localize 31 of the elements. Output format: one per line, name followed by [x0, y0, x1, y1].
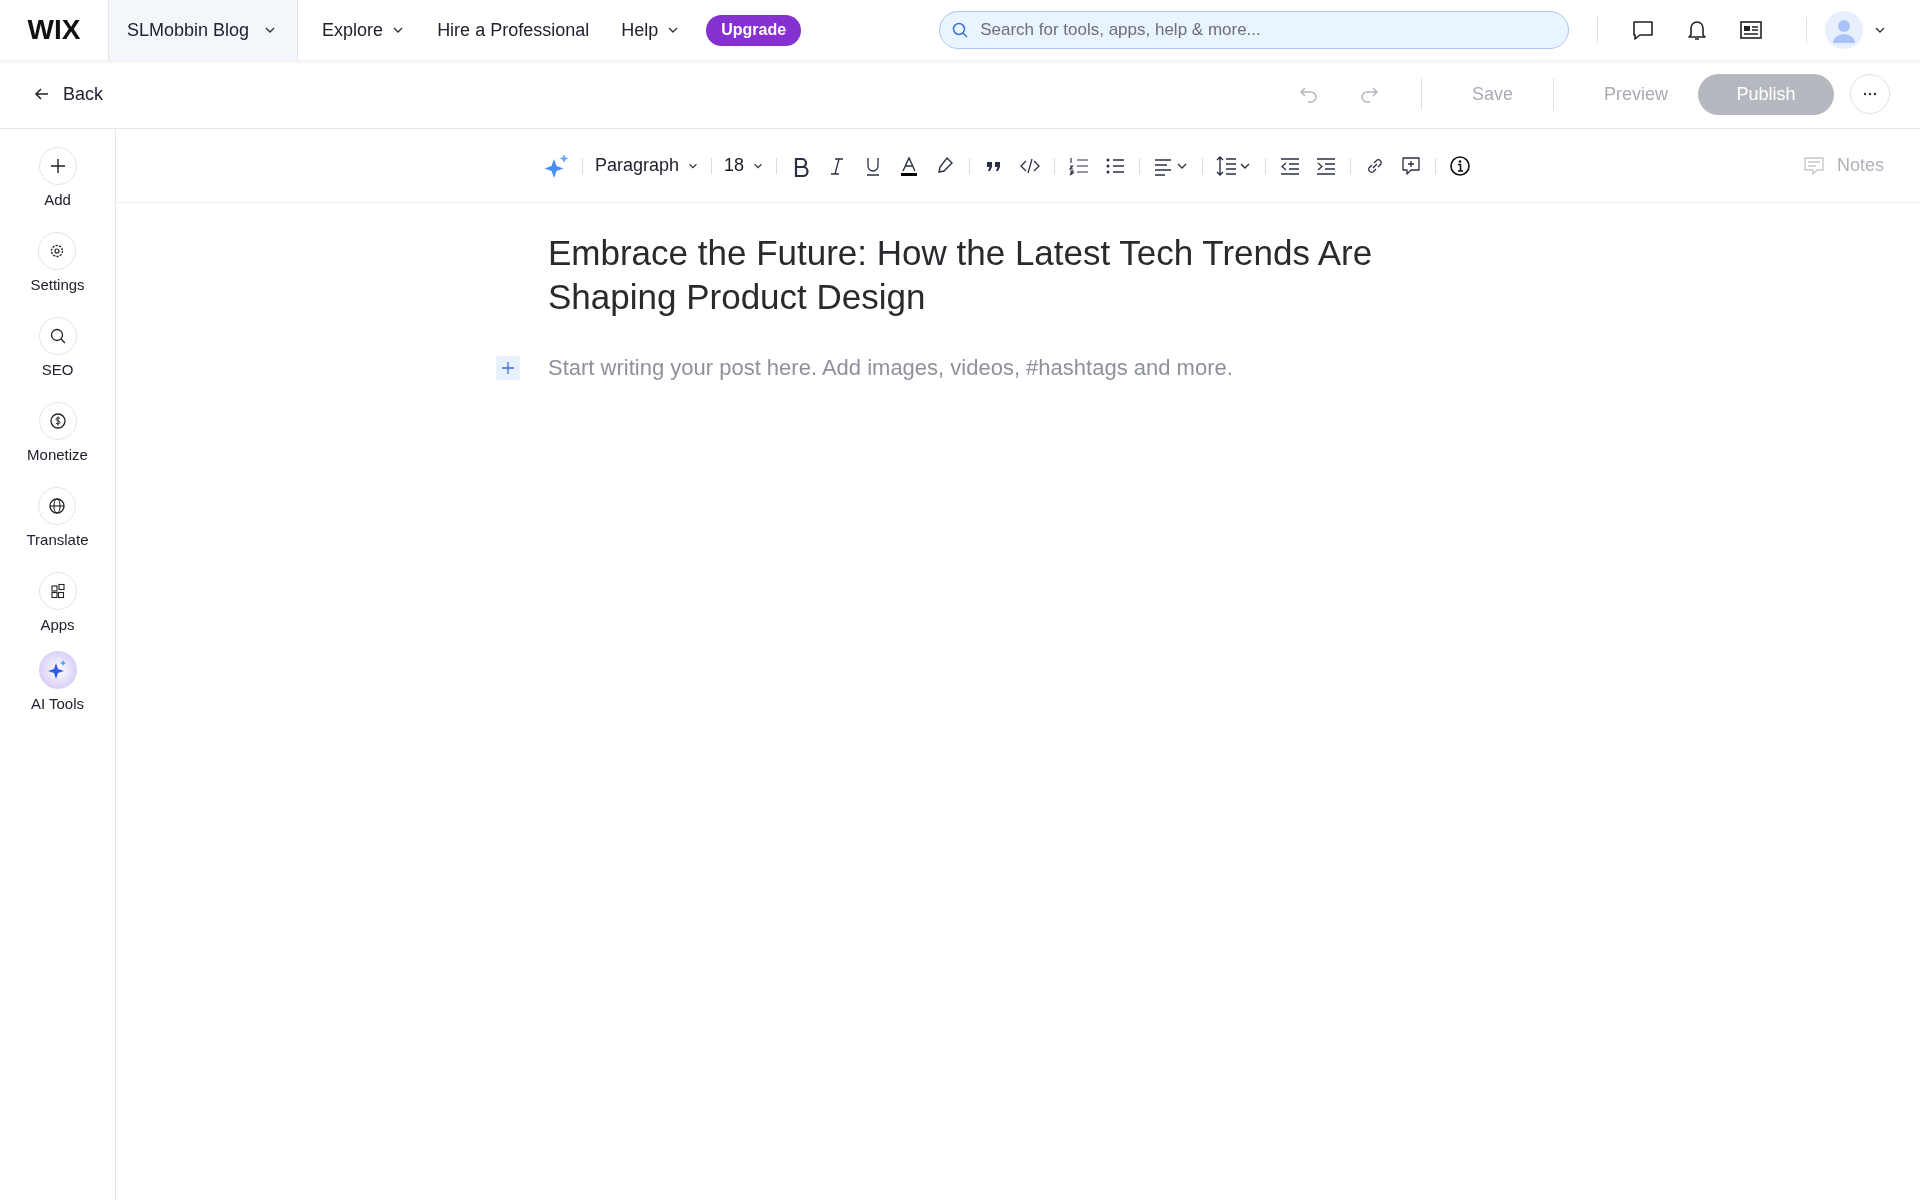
add-comment-icon[interactable]	[1400, 154, 1423, 177]
settings-icon	[38, 232, 77, 270]
apps-icon	[38, 572, 77, 610]
sidebar-item[interactable]: AI Tools	[30, 651, 85, 712]
sidebar-item[interactable]: SEO	[38, 317, 77, 378]
font-size-dropdown[interactable]: 18	[724, 155, 765, 176]
note-icon	[1802, 155, 1825, 176]
dollar-coin-icon	[38, 402, 77, 440]
upgrade-button[interactable]: Upgrade	[706, 14, 802, 46]
sidebar-item[interactable]: Add	[38, 147, 77, 208]
search-icon	[38, 317, 77, 355]
wix-logo[interactable]: WIX	[0, 14, 108, 46]
plus-icon	[38, 147, 77, 185]
nav-menu-item[interactable]: Hire a Professional	[429, 19, 598, 41]
info-icon[interactable]	[1449, 154, 1472, 177]
globe-icon	[38, 487, 77, 525]
search-field[interactable]: Search for tools, apps, help & more...	[939, 11, 1570, 49]
back-button[interactable]: Back	[33, 83, 104, 105]
sidebar-item[interactable]: Translate	[26, 487, 89, 548]
nav-menu-item[interactable]: Explore	[314, 19, 414, 41]
nav-menu-item[interactable]: Help	[613, 19, 689, 41]
sidebar-item[interactable]: Monetize	[27, 402, 88, 463]
paragraph-style-dropdown[interactable]: Paragraph	[595, 155, 700, 176]
sidebar-item[interactable]: Apps	[38, 572, 77, 633]
post-title[interactable]: Embrace the Future: How the Latest Tech Trends Are Shaping Product Design	[548, 231, 1408, 319]
plus-icon[interactable]	[496, 356, 520, 380]
sparkle-icon[interactable]	[544, 152, 570, 179]
site-selector[interactable]: SLMobbin Blog	[108, 0, 299, 60]
sidebar-item[interactable]: Settings	[30, 232, 85, 293]
more-icon	[1862, 92, 1878, 96]
sparkle-icon	[38, 651, 77, 689]
